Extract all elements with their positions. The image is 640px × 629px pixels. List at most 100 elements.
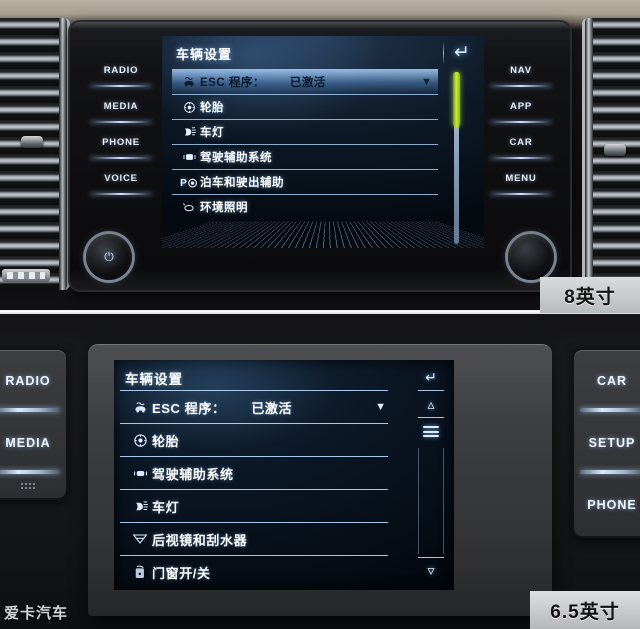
power-volume-icon: ⏻ — [104, 249, 114, 264]
power-volume-knob[interactable]: ⏻ — [86, 234, 132, 280]
list-item-label: 环境照明 — [200, 202, 248, 214]
esc-stability-icon — [178, 75, 200, 89]
site-watermark: 爱卡汽车 — [4, 605, 69, 622]
list-item-label: ESC 程序： — [200, 76, 265, 89]
head-unit-65inch: 车辆设置 ESC 程序： 已激活 ▼ 轮胎 驾驶辅助系统 车灯 后视镜和刮水器 … — [88, 344, 552, 616]
list-item-label: 后视镜和刮水器 — [152, 532, 248, 548]
hardkey-nav[interactable]: NAV — [488, 52, 554, 88]
hardkey-column-right: NAV APP CAR MENU — [488, 52, 554, 196]
driver-assist-icon — [178, 150, 200, 164]
list-item-driver-assist[interactable]: 驾驶辅助系统 — [120, 456, 388, 489]
menu-list-icon[interactable] — [414, 418, 448, 445]
hardkey-label: PHONE — [587, 498, 637, 512]
list-item-label: 驾驶辅助系统 — [200, 152, 272, 164]
hardkey-car[interactable]: CAR — [574, 350, 640, 412]
hardkey-label: RADIO — [103, 64, 139, 76]
hardkey-radio[interactable]: RADIO — [88, 52, 154, 88]
background-grid-graphic — [162, 221, 484, 248]
screen-control-column: ↵ ▵ ▿ — [414, 364, 448, 586]
vent-direction-knob[interactable] — [603, 144, 626, 156]
vent-direction-knob[interactable] — [20, 136, 43, 148]
tire-icon — [178, 101, 200, 114]
hardkey-radio[interactable]: RADIO — [0, 350, 66, 412]
list-item-label: 泊车和驶出辅助 — [200, 177, 284, 189]
wiper-mirror-icon — [128, 532, 152, 546]
list-item-lights[interactable]: 车灯 — [172, 119, 438, 144]
vent-chrome-edge — [585, 18, 593, 290]
page-title: 车辆设置 — [125, 372, 183, 387]
hardkey-label: NAV — [510, 64, 532, 76]
hardkey-phone[interactable]: PHONE — [88, 124, 154, 160]
list-item-tires[interactable]: 轮胎 — [120, 423, 388, 456]
settings-list: ESC 程序： 已激活 ▼ 轮胎 — [120, 390, 388, 588]
list-item-mirror-wiper[interactable]: 后视镜和刮水器 — [120, 522, 388, 555]
hamburger-lines — [423, 426, 439, 437]
headlight-icon — [128, 499, 152, 514]
microphone-grille — [0, 474, 66, 498]
hardkey-label: SETUP — [588, 436, 636, 450]
hardkey-label: VOICE — [104, 172, 138, 184]
hardkey-column-left: RADIO MEDIA PHONE VOICE — [88, 52, 154, 196]
list-item-ambient-light[interactable]: 环境照明 — [172, 194, 438, 219]
hardkey-media[interactable]: MEDIA — [88, 88, 154, 124]
grille-dots — [20, 482, 36, 490]
back-arrow-icon[interactable]: ↵ — [449, 42, 475, 64]
infotainment-screen-65inch[interactable]: 车辆设置 ESC 程序： 已激活 ▼ 轮胎 驾驶辅助系统 车灯 后视镜和刮水器 … — [114, 360, 454, 590]
hardkey-label: PHONE — [102, 136, 140, 148]
hardkey-column-right-bottom: CAR SETUP PHONE — [572, 348, 640, 538]
screenshot-root: RADIO MEDIA PHONE VOICE NAV APP CAR MENU… — [0, 0, 640, 629]
hardkey-label: MEDIA — [5, 436, 51, 450]
svg-text:P: P — [180, 178, 187, 189]
tuning-knob[interactable] — [508, 234, 554, 280]
hardkey-label: MEDIA — [103, 100, 139, 112]
list-item-lights[interactable]: 车灯 — [120, 489, 388, 522]
scrollbar-track[interactable] — [418, 448, 444, 554]
air-vent-left — [0, 18, 70, 290]
hardkey-label: CAR — [596, 374, 628, 388]
list-item-driver-assist[interactable]: 驾驶辅助系统 — [172, 144, 438, 169]
bottom-photo-65inch: RADIO MEDIA CAR SETUP PHONE 车辆设置 ESC 程序：… — [0, 314, 640, 629]
list-item-esc[interactable]: ESC 程序： 已激活 ▼ — [120, 390, 388, 423]
scrollbar-track[interactable] — [453, 72, 460, 244]
hardkey-setup[interactable]: SETUP — [574, 412, 640, 474]
hardkey-label: APP — [510, 100, 532, 112]
infotainment-screen-8inch[interactable]: 车辆设置 ↵ ESC 程序： 已激活 ▼ 轮胎 车灯 驾驶辅助系统 P 泊车和驶… — [162, 36, 484, 248]
hardkey-label: CAR — [509, 136, 533, 148]
settings-list: ESC 程序： 已激活 ▼ 轮胎 — [172, 69, 438, 219]
hardkey-menu[interactable]: MENU — [488, 160, 554, 196]
hardkey-label: RADIO — [5, 374, 51, 388]
list-item-label: 轮胎 — [200, 102, 224, 114]
hardkey-voice[interactable]: VOICE — [88, 160, 154, 196]
list-item-label: 轮胎 — [152, 433, 180, 449]
list-item-tires[interactable]: 轮胎 — [172, 94, 438, 119]
door-window-icon — [128, 565, 152, 580]
scrollbar-thumb[interactable] — [453, 72, 460, 127]
park-assist-icon: P — [178, 176, 200, 189]
esc-status-value: 已激活 — [251, 400, 293, 416]
vent-trim-lamp — [2, 269, 50, 282]
badge-8inch: 8英寸 — [540, 277, 640, 313]
list-item-park-assist[interactable]: P 泊车和驶出辅助 — [172, 169, 438, 194]
page-title: 车辆设置 — [176, 47, 233, 62]
top-photo-8inch: RADIO MEDIA PHONE VOICE NAV APP CAR MENU… — [0, 0, 640, 313]
esc-status-value: 已激活 — [289, 76, 326, 89]
list-item-label: 车灯 — [200, 127, 224, 139]
hardkey-phone[interactable]: PHONE — [574, 474, 640, 536]
vent-slats — [0, 18, 67, 290]
ambient-light-icon — [178, 201, 200, 214]
chevron-down-icon[interactable]: ▼ — [375, 401, 386, 413]
back-arrow-icon[interactable]: ↵ — [414, 364, 448, 391]
chevron-up-icon[interactable]: ▵ — [414, 391, 448, 418]
vent-chrome-edge — [59, 18, 67, 290]
hardkey-media[interactable]: MEDIA — [0, 412, 66, 474]
driver-assist-icon — [128, 466, 152, 481]
badge-65inch: 6.5英寸 — [530, 591, 640, 629]
air-vent-right — [582, 18, 640, 290]
chevron-down-icon[interactable]: ▼ — [421, 76, 432, 88]
list-item-esc[interactable]: ESC 程序： 已激活 ▼ — [172, 69, 438, 94]
hardkey-app[interactable]: APP — [488, 88, 554, 124]
chevron-down-icon[interactable]: ▿ — [414, 557, 448, 584]
list-item-door-window[interactable]: 门窗开/关 — [120, 555, 388, 588]
head-unit-8inch: RADIO MEDIA PHONE VOICE NAV APP CAR MENU… — [70, 22, 570, 290]
hardkey-car[interactable]: CAR — [488, 124, 554, 160]
